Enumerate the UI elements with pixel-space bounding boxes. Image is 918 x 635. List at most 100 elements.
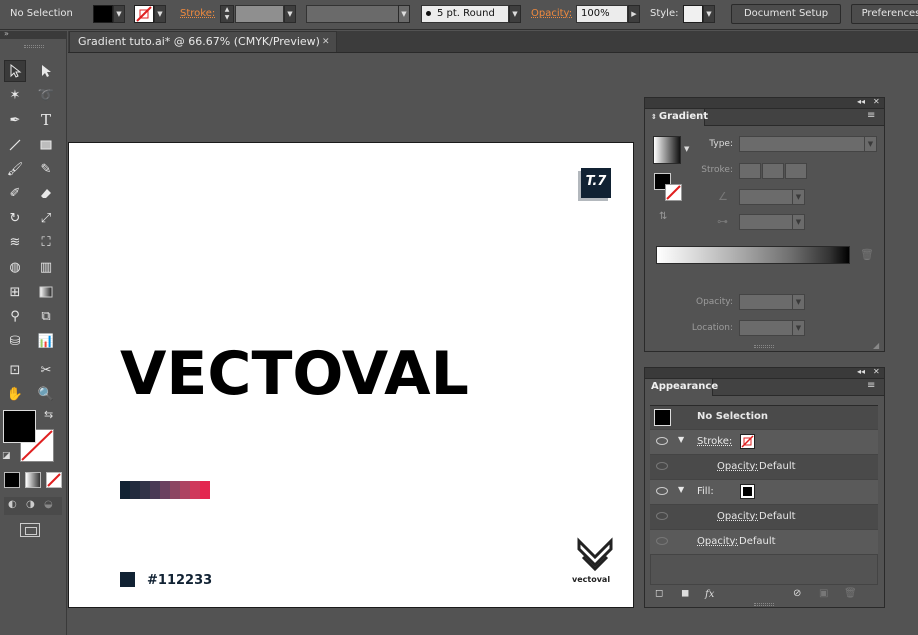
selection-tool-icon[interactable] bbox=[4, 60, 26, 82]
rotate-tool-icon[interactable]: ↻ bbox=[4, 207, 26, 229]
opacity-label[interactable]: Opacity: bbox=[531, 8, 572, 19]
visibility-eye-icon[interactable] bbox=[656, 537, 668, 545]
brush-dropdown[interactable]: ▼ bbox=[509, 5, 521, 23]
visibility-eye-icon[interactable] bbox=[656, 437, 668, 445]
gradient-location-input[interactable] bbox=[739, 320, 793, 336]
brush-definition[interactable]: 5 pt. Round bbox=[421, 5, 509, 23]
preferences-button[interactable]: Preferences bbox=[851, 4, 918, 24]
pen-tool-icon[interactable]: ✒ bbox=[4, 109, 26, 131]
stroke-weight-input[interactable] bbox=[235, 5, 284, 23]
warp-tool-icon[interactable]: ≋ bbox=[4, 231, 26, 253]
opacity-attr-label[interactable]: Opacity: bbox=[697, 536, 738, 547]
draw-normal-icon[interactable]: ◐ bbox=[8, 499, 17, 510]
collapse-panel-icon[interactable]: ◂◂ bbox=[857, 97, 865, 106]
delete-stop-icon[interactable]: 🗑 bbox=[860, 248, 874, 261]
variable-width-profile[interactable] bbox=[306, 5, 405, 23]
paintbrush-tool-icon[interactable]: 🖌 bbox=[4, 158, 26, 180]
angle-dropdown[interactable]: ▼ bbox=[792, 189, 805, 205]
collapse-icon[interactable]: » bbox=[4, 29, 9, 38]
stroke-across-button[interactable] bbox=[785, 163, 807, 179]
stroke-within-button[interactable] bbox=[739, 163, 761, 179]
fx-button[interactable]: fx bbox=[705, 589, 714, 600]
reverse-gradient-icon[interactable]: ⇅ bbox=[659, 211, 667, 222]
screen-mode-icon[interactable] bbox=[20, 523, 40, 537]
aspect-ratio-input[interactable] bbox=[739, 214, 793, 230]
column-graph-tool-icon[interactable]: 📊 bbox=[35, 330, 57, 352]
slice-tool-icon[interactable]: ✂ bbox=[35, 359, 57, 381]
opacity-input[interactable]: 100% bbox=[576, 5, 628, 23]
artboard-tool-icon[interactable]: ⊡ bbox=[4, 359, 26, 381]
fill-attr-swatch[interactable] bbox=[740, 484, 755, 499]
variable-width-dropdown[interactable]: ▼ bbox=[398, 5, 410, 23]
hand-tool-icon[interactable]: ✋ bbox=[4, 383, 26, 405]
stroke-swatch[interactable] bbox=[134, 5, 154, 23]
stroke-attr-swatch[interactable] bbox=[740, 434, 755, 449]
none-mode-icon[interactable] bbox=[46, 472, 62, 488]
appearance-object-opacity-row[interactable]: Opacity: Default bbox=[650, 530, 878, 555]
default-colors-icon[interactable]: ◪ bbox=[2, 451, 11, 461]
stroke-attr-label[interactable]: Stroke: bbox=[697, 436, 732, 447]
pencil-tool-icon[interactable]: ✎ bbox=[35, 158, 57, 180]
opacity-attr-label[interactable]: Opacity: bbox=[717, 461, 758, 472]
free-transform-tool-icon[interactable]: ⛶ bbox=[35, 231, 57, 253]
rectangle-tool-icon[interactable] bbox=[35, 134, 57, 156]
gradient-panel-grip[interactable] bbox=[754, 345, 774, 348]
eyedropper-tool-icon[interactable]: ⚲ bbox=[4, 305, 26, 327]
gradient-thumbnail[interactable] bbox=[653, 136, 681, 164]
expand-triangle-icon[interactable]: ▼ bbox=[678, 485, 684, 494]
document-tab[interactable]: Gradient tuto.ai* @ 66.67% (CMYK/Preview… bbox=[69, 31, 337, 52]
blob-brush-tool-icon[interactable]: ✐ bbox=[4, 182, 26, 204]
clear-appearance-icon[interactable]: ⊘ bbox=[793, 588, 801, 599]
style-dropdown[interactable]: ▼ bbox=[703, 5, 715, 23]
appearance-panel-grip[interactable] bbox=[754, 603, 774, 606]
tools-grip[interactable] bbox=[24, 45, 44, 48]
gradient-tool-icon[interactable] bbox=[35, 281, 57, 303]
draw-behind-icon[interactable]: ◑ bbox=[26, 499, 35, 510]
artboard[interactable]: T.7 VECTOVAL #112233 vectoval bbox=[68, 142, 634, 608]
zoom-tool-icon[interactable]: 🔍 bbox=[35, 383, 57, 405]
panel-menu-icon[interactable]: ≡ bbox=[867, 110, 875, 121]
line-tool-icon[interactable] bbox=[4, 134, 26, 156]
opacity-arrow[interactable]: ▶ bbox=[628, 5, 640, 23]
gradient-stroke-indicator[interactable] bbox=[665, 184, 682, 201]
tab-appearance[interactable]: Appearance bbox=[645, 379, 718, 396]
opacity-attr-label[interactable]: Opacity: bbox=[717, 511, 758, 522]
stroke-along-button[interactable] bbox=[762, 163, 784, 179]
stroke-weight-stepper[interactable]: ▲ ▼ bbox=[220, 5, 234, 23]
expand-triangle-icon[interactable]: ▼ bbox=[678, 435, 684, 444]
visibility-eye-icon[interactable] bbox=[656, 462, 668, 470]
fill-attr-label[interactable]: Fill: bbox=[697, 486, 714, 497]
gradient-slider[interactable] bbox=[656, 246, 850, 264]
angle-input[interactable] bbox=[739, 189, 793, 205]
scale-tool-icon[interactable]: ⤢ bbox=[35, 207, 57, 229]
gradient-location-dropdown[interactable]: ▼ bbox=[792, 320, 805, 336]
visibility-eye-icon[interactable] bbox=[656, 512, 668, 520]
blend-tool-icon[interactable]: ⧉ bbox=[35, 305, 57, 327]
aspect-ratio-dropdown[interactable]: ▼ bbox=[792, 214, 805, 230]
close-panel-icon[interactable]: ✕ bbox=[873, 367, 880, 376]
close-panel-icon[interactable]: ✕ bbox=[873, 97, 880, 106]
delete-item-icon[interactable]: 🗑 bbox=[844, 588, 857, 599]
gradient-thumbnail-dropdown-icon[interactable]: ▼ bbox=[684, 145, 689, 153]
gradient-opacity-dropdown[interactable]: ▼ bbox=[792, 294, 805, 310]
stroke-weight-dropdown[interactable]: ▼ bbox=[284, 5, 296, 23]
stroke-dropdown-arrow[interactable]: ▼ bbox=[154, 5, 166, 23]
perspective-grid-tool-icon[interactable]: ▥ bbox=[35, 256, 57, 278]
add-stroke-icon[interactable]: ◻ bbox=[655, 588, 663, 599]
gradient-type-dropdown[interactable]: ▼ bbox=[864, 136, 877, 152]
tab-gradient[interactable]: ⇕ Gradient bbox=[645, 109, 708, 126]
appearance-fill-opacity-row[interactable]: Opacity: Default bbox=[650, 505, 878, 530]
resize-handle-icon[interactable]: ◢ bbox=[873, 341, 879, 350]
gradient-opacity-input[interactable] bbox=[739, 294, 793, 310]
draw-inside-icon[interactable]: ◒ bbox=[44, 499, 53, 510]
duplicate-item-icon[interactable]: ▣ bbox=[819, 588, 828, 599]
visibility-eye-icon[interactable] bbox=[656, 487, 668, 495]
appearance-stroke-opacity-row[interactable]: Opacity: Default bbox=[650, 455, 878, 480]
fill-color-front[interactable] bbox=[3, 410, 36, 443]
type-tool-icon[interactable]: T bbox=[35, 109, 57, 131]
collapse-panel-icon[interactable]: ◂◂ bbox=[857, 367, 865, 376]
fill-swatch[interactable] bbox=[93, 5, 113, 23]
mesh-tool-icon[interactable]: ⊞ bbox=[4, 281, 26, 303]
stroke-label[interactable]: Stroke: bbox=[180, 8, 215, 19]
add-fill-icon[interactable]: ◼ bbox=[681, 588, 689, 599]
